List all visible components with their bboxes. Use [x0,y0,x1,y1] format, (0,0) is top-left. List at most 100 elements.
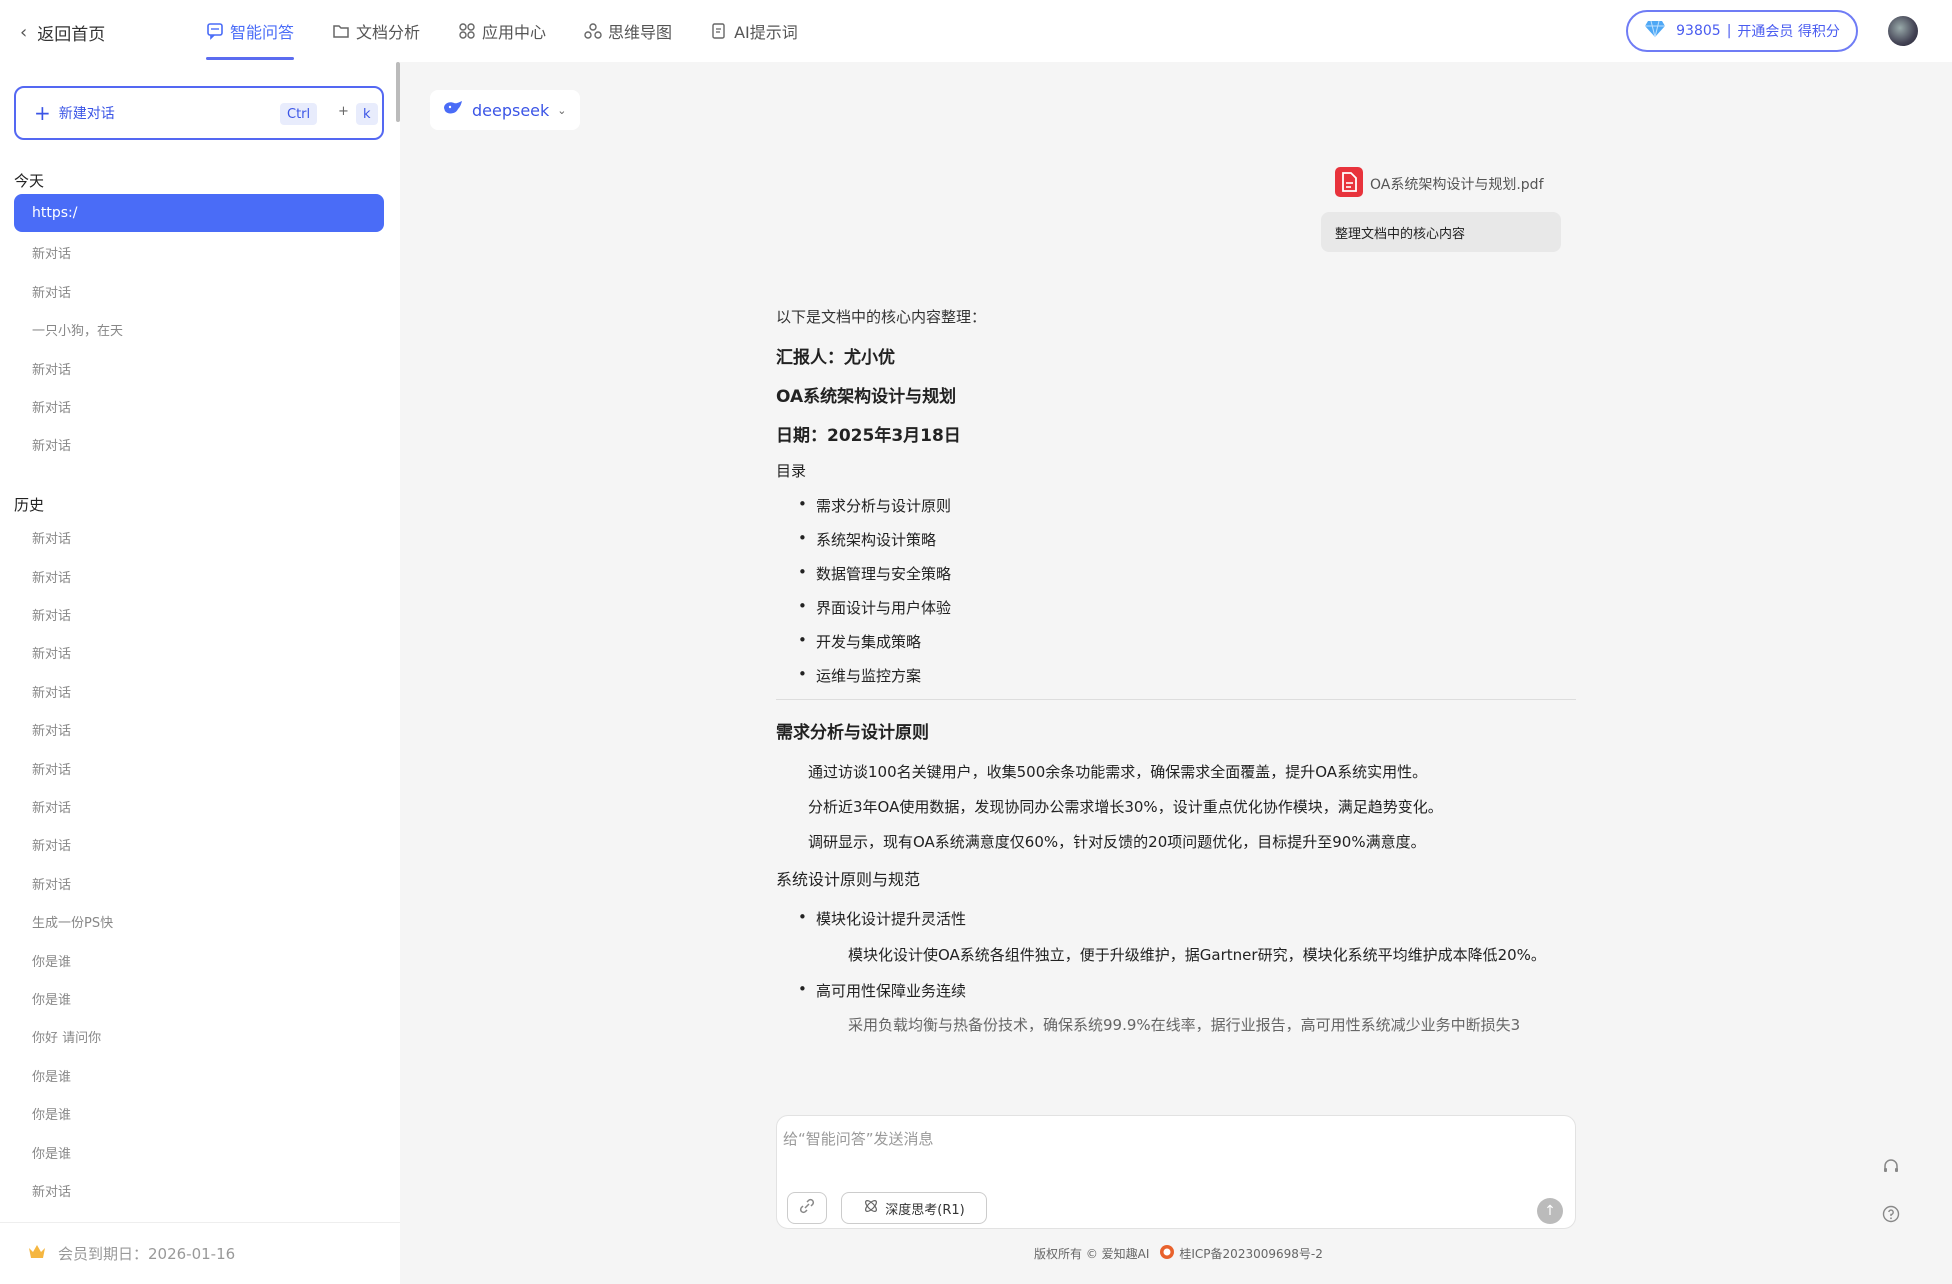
tab-ai-prompts[interactable]: AI提示词 [710,0,798,62]
history-section-title: 历史 [14,496,45,514]
member-cta: 开通会员 得积分 [1737,24,1840,40]
list-item: 开发与集成策略 [798,631,1576,652]
top-bar: ‹ 返回首页 智能问答 文档分析 应用中心 思维导图 AI提示词 93805 |… [0,0,1952,62]
user-avatar[interactable] [1888,16,1918,46]
mindmap-icon [584,22,602,40]
sidebar-item[interactable]: 新对话 [32,720,71,739]
sidebar-item[interactable]: 你是谁 [32,989,71,1008]
shortcut-ctrl: Ctrl [280,103,318,125]
crown-icon [28,1244,46,1264]
list-item: 界面设计与用户体验 [798,597,1576,618]
back-home-label: 返回首页 [37,25,106,45]
message-input[interactable]: 给“智能问答”发送消息 [783,1128,934,1149]
sidebar-item[interactable]: 你好 请问你 [32,1027,101,1046]
sidebar-item[interactable]: 新对话 [32,759,71,778]
user-message-bubble: 整理文档中的核心内容 [1321,212,1561,252]
answer-reporter: 汇报人：尤小优 [776,348,895,368]
model-name: deepseek [472,100,550,120]
sidebar-item[interactable]: 新对话 [32,528,71,547]
bullet-description: 模块化设计使OA系统各组件独立，便于升级维护，据Gartner研究，模块化系统平… [848,946,1546,964]
sidebar-item[interactable]: 新对话 [32,397,71,416]
message-composer[interactable]: 给“智能问答”发送消息 深度思考(R1) ↑ [776,1115,1576,1229]
paragraph: 通过访谈100名关键用户，收集500余条功能需求，确保需求全面覆盖，提升OA系统… [808,763,1428,781]
sidebar-item[interactable]: 新对话 [32,282,71,301]
tab-label: 文档分析 [356,23,421,42]
icp-link[interactable]: 桂ICP备2023009698号-2 [1179,1245,1322,1262]
model-selector[interactable]: deepseek ⌄ [430,90,580,130]
list-item: 运维与监控方案 [798,665,1576,686]
tab-doc-analysis[interactable]: 文档分析 [332,0,420,62]
paragraph: 调研显示，现有OA系统满意度仅60%，针对反馈的20项问题优化，目标提升至90%… [808,833,1426,851]
list-item: 数据管理与安全策略 [798,563,1576,584]
answer-doc-title: OA系统架构设计与规划 [776,387,957,407]
principles-list: 模块化设计提升灵活性 [776,908,1576,929]
deep-think-label: 深度思考(R1) [885,1202,965,1218]
arrow-up-icon: ↑ [1544,1203,1556,1219]
conversation-sidebar: + 新建对话 Ctrl + k 今天 https:/ 新对话 新对话 一只小狗，… [0,62,400,1284]
sidebar-item[interactable]: 新对话 [32,874,71,893]
answer-intro: 以下是文档中的核心内容整理： [776,308,987,326]
today-section-title: 今天 [14,172,45,190]
sidebar-item-active[interactable]: https:/ [14,194,384,232]
folder-icon [332,22,350,40]
list-item: 系统架构设计策略 [798,529,1576,550]
sidebar-item[interactable]: 生成一份PS快 [32,912,113,931]
subsection-title: 系统设计原则与规范 [776,870,921,889]
sidebar-item[interactable]: 新对话 [32,605,71,624]
section-title: 需求分析与设计原则 [776,723,929,743]
sidebar-item[interactable]: 一只小狗，在天 [32,320,123,339]
tab-smart-qa[interactable]: 智能问答 [206,0,295,62]
chat-icon [206,22,224,40]
chevron-left-icon: ‹ [20,22,28,43]
answer-date: 日期：2025年3月18日 [776,426,961,446]
membership-expiry-text: 会员到期日：2026-01-16 [58,1245,236,1263]
attached-file[interactable]: OA系统架构设计与规划.pdf [1334,166,1544,202]
page-footer: 版权所有 © 爱知趣AI 桂ICP备2023009698号-2 [1034,1244,1323,1263]
membership-button[interactable]: 93805 | 开通会员 得积分 [1626,10,1858,52]
sidebar-item[interactable]: 新对话 [32,435,71,454]
sidebar-item[interactable]: 你是谁 [32,1104,71,1123]
sidebar-item[interactable]: 你是谁 [32,1066,71,1085]
sidebar-item[interactable]: 新对话 [32,797,71,816]
toc-list: 需求分析与设计原则 系统架构设计策略 数据管理与安全策略 界面设计与用户体验 开… [776,495,1576,686]
send-button[interactable]: ↑ [1537,1198,1563,1224]
sidebar-item[interactable]: 新对话 [32,682,71,701]
divider [776,699,1576,700]
shortcut-k: k [356,103,378,125]
sidebar-item[interactable]: 新对话 [32,835,71,854]
back-home-button[interactable]: ‹ 返回首页 [20,20,105,45]
points-divider: | [1726,23,1732,39]
sidebar-item[interactable]: 新对话 [32,567,71,586]
diamond-icon [1644,20,1666,42]
icp-badge-icon [1159,1244,1175,1263]
paragraph: 分析近3年OA使用数据，发现协同办公需求增长30%，设计重点优化协作模块，满足趋… [808,798,1443,816]
tab-label: 智能问答 [230,23,295,42]
copyright-text: 版权所有 © 爱知趣AI [1034,1247,1150,1261]
chat-main: deepseek ⌄ OA系统架构设计与规划.pdf 整理文档中的核心内容 以下… [400,62,1952,1284]
tab-mind-map[interactable]: 思维导图 [584,0,672,62]
bullet-description: 采用负载均衡与热备份技术，确保系统99.9%在线率，据行业报告，高可用性系统减少… [848,1016,1521,1034]
attach-link-button[interactable] [787,1192,827,1224]
sidebar-item[interactable]: 新对话 [32,359,71,378]
help-icon[interactable] [1882,1205,1900,1227]
pdf-file-icon [1334,166,1364,202]
tab-label: AI提示词 [734,23,798,42]
list-item: 模块化设计提升灵活性 [798,908,1576,929]
list-item: 高可用性保障业务连续 [798,980,1576,1001]
new-chat-button[interactable]: + 新建对话 Ctrl + k [14,86,384,140]
deep-think-toggle[interactable]: 深度思考(R1) [841,1192,987,1224]
points-count: 93805 [1676,23,1721,39]
sidebar-item[interactable]: 新对话 [32,243,71,262]
toc-title: 目录 [776,462,807,480]
sidebar-item[interactable]: 你是谁 [32,951,71,970]
sidebar-item[interactable]: 新对话 [32,1181,71,1200]
customer-service-icon[interactable] [1882,1158,1900,1180]
sidebar-item[interactable]: 你是谁 [32,1143,71,1162]
principles-list: 高可用性保障业务连续 [776,980,1576,1001]
shortcut-plus: + [338,104,349,119]
tab-app-center[interactable]: 应用中心 [458,0,546,62]
prompt-icon [710,22,728,40]
list-item: 需求分析与设计原则 [798,495,1576,516]
plus-icon: + [34,101,51,125]
sidebar-item[interactable]: 新对话 [32,643,71,662]
